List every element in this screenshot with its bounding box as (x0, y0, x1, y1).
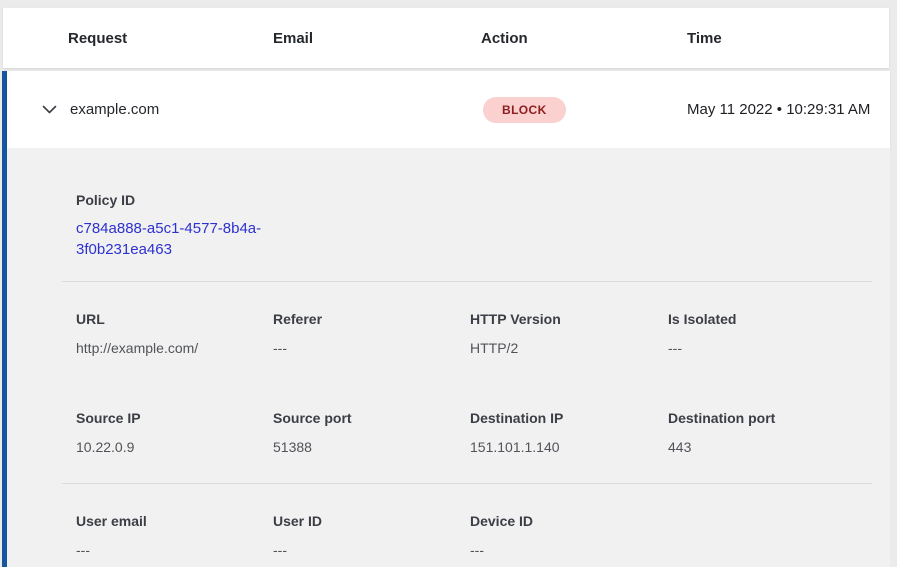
user-email-field: User email --- (76, 512, 273, 559)
policy-id-label: Policy ID (76, 191, 890, 209)
user-id-value: --- (273, 541, 470, 559)
policy-id-field: Policy ID c784a888-a5c1-4577-8b4a-3f0b23… (76, 191, 890, 260)
empty-cell (668, 512, 890, 559)
collapse-row-button[interactable] (42, 98, 66, 122)
url-value: http://example.com/ (76, 339, 273, 357)
source-ip-label: Source IP (76, 409, 273, 427)
http-fields-row: URL http://example.com/ Referer --- HTTP… (76, 310, 890, 357)
block-status-badge: BLOCK (483, 97, 566, 123)
referer-value: --- (273, 339, 470, 357)
chevron-down-icon (42, 105, 57, 114)
destination-port-field: Destination port 443 (668, 409, 890, 456)
source-port-value: 51388 (273, 438, 470, 456)
destination-ip-label: Destination IP (470, 409, 668, 427)
http-version-field: HTTP Version HTTP/2 (470, 310, 668, 357)
divider (62, 281, 872, 282)
log-details-panel: Policy ID c784a888-a5c1-4577-8b4a-3f0b23… (7, 148, 890, 567)
request-cell: example.com (70, 101, 273, 118)
destination-port-value: 443 (668, 438, 890, 456)
is-isolated-value: --- (668, 339, 890, 357)
action-cell: BLOCK (481, 97, 687, 123)
user-email-label: User email (76, 512, 273, 530)
time-cell: May 11 2022 • 10:29:31 AM (687, 98, 877, 122)
divider (62, 483, 872, 484)
table-header: Request Email Action Time (3, 8, 889, 68)
column-header-action: Action (481, 30, 687, 47)
source-ip-field: Source IP 10.22.0.9 (76, 409, 273, 456)
destination-ip-value: 151.101.1.140 (470, 438, 668, 456)
network-fields-row: Source IP 10.22.0.9 Source port 51388 De… (76, 409, 890, 456)
table-row[interactable]: example.com BLOCK May 11 2022 • 10:29:31… (7, 71, 890, 148)
log-record: example.com BLOCK May 11 2022 • 10:29:31… (2, 71, 890, 567)
source-port-field: Source port 51388 (273, 409, 470, 456)
user-fields-row: User email --- User ID --- Device ID --- (76, 512, 890, 559)
referer-field: Referer --- (273, 310, 470, 357)
column-header-request: Request (68, 30, 273, 47)
source-port-label: Source port (273, 409, 470, 427)
device-id-label: Device ID (470, 512, 668, 530)
user-id-label: User ID (273, 512, 470, 530)
http-version-label: HTTP Version (470, 310, 668, 328)
column-header-email: Email (273, 30, 481, 47)
source-ip-value: 10.22.0.9 (76, 438, 273, 456)
user-id-field: User ID --- (273, 512, 470, 559)
device-id-value: --- (470, 541, 668, 559)
policy-id-link[interactable]: c784a888-a5c1-4577-8b4a-3f0b231ea463 (76, 218, 274, 260)
destination-port-label: Destination port (668, 409, 890, 427)
user-email-value: --- (76, 541, 273, 559)
is-isolated-field: Is Isolated --- (668, 310, 890, 357)
http-version-value: HTTP/2 (470, 339, 668, 357)
destination-ip-field: Destination IP 151.101.1.140 (470, 409, 668, 456)
url-label: URL (76, 310, 273, 328)
column-header-time: Time (687, 30, 889, 47)
url-field: URL http://example.com/ (76, 310, 273, 357)
is-isolated-label: Is Isolated (668, 310, 890, 328)
device-id-field: Device ID --- (470, 512, 668, 559)
referer-label: Referer (273, 310, 470, 328)
